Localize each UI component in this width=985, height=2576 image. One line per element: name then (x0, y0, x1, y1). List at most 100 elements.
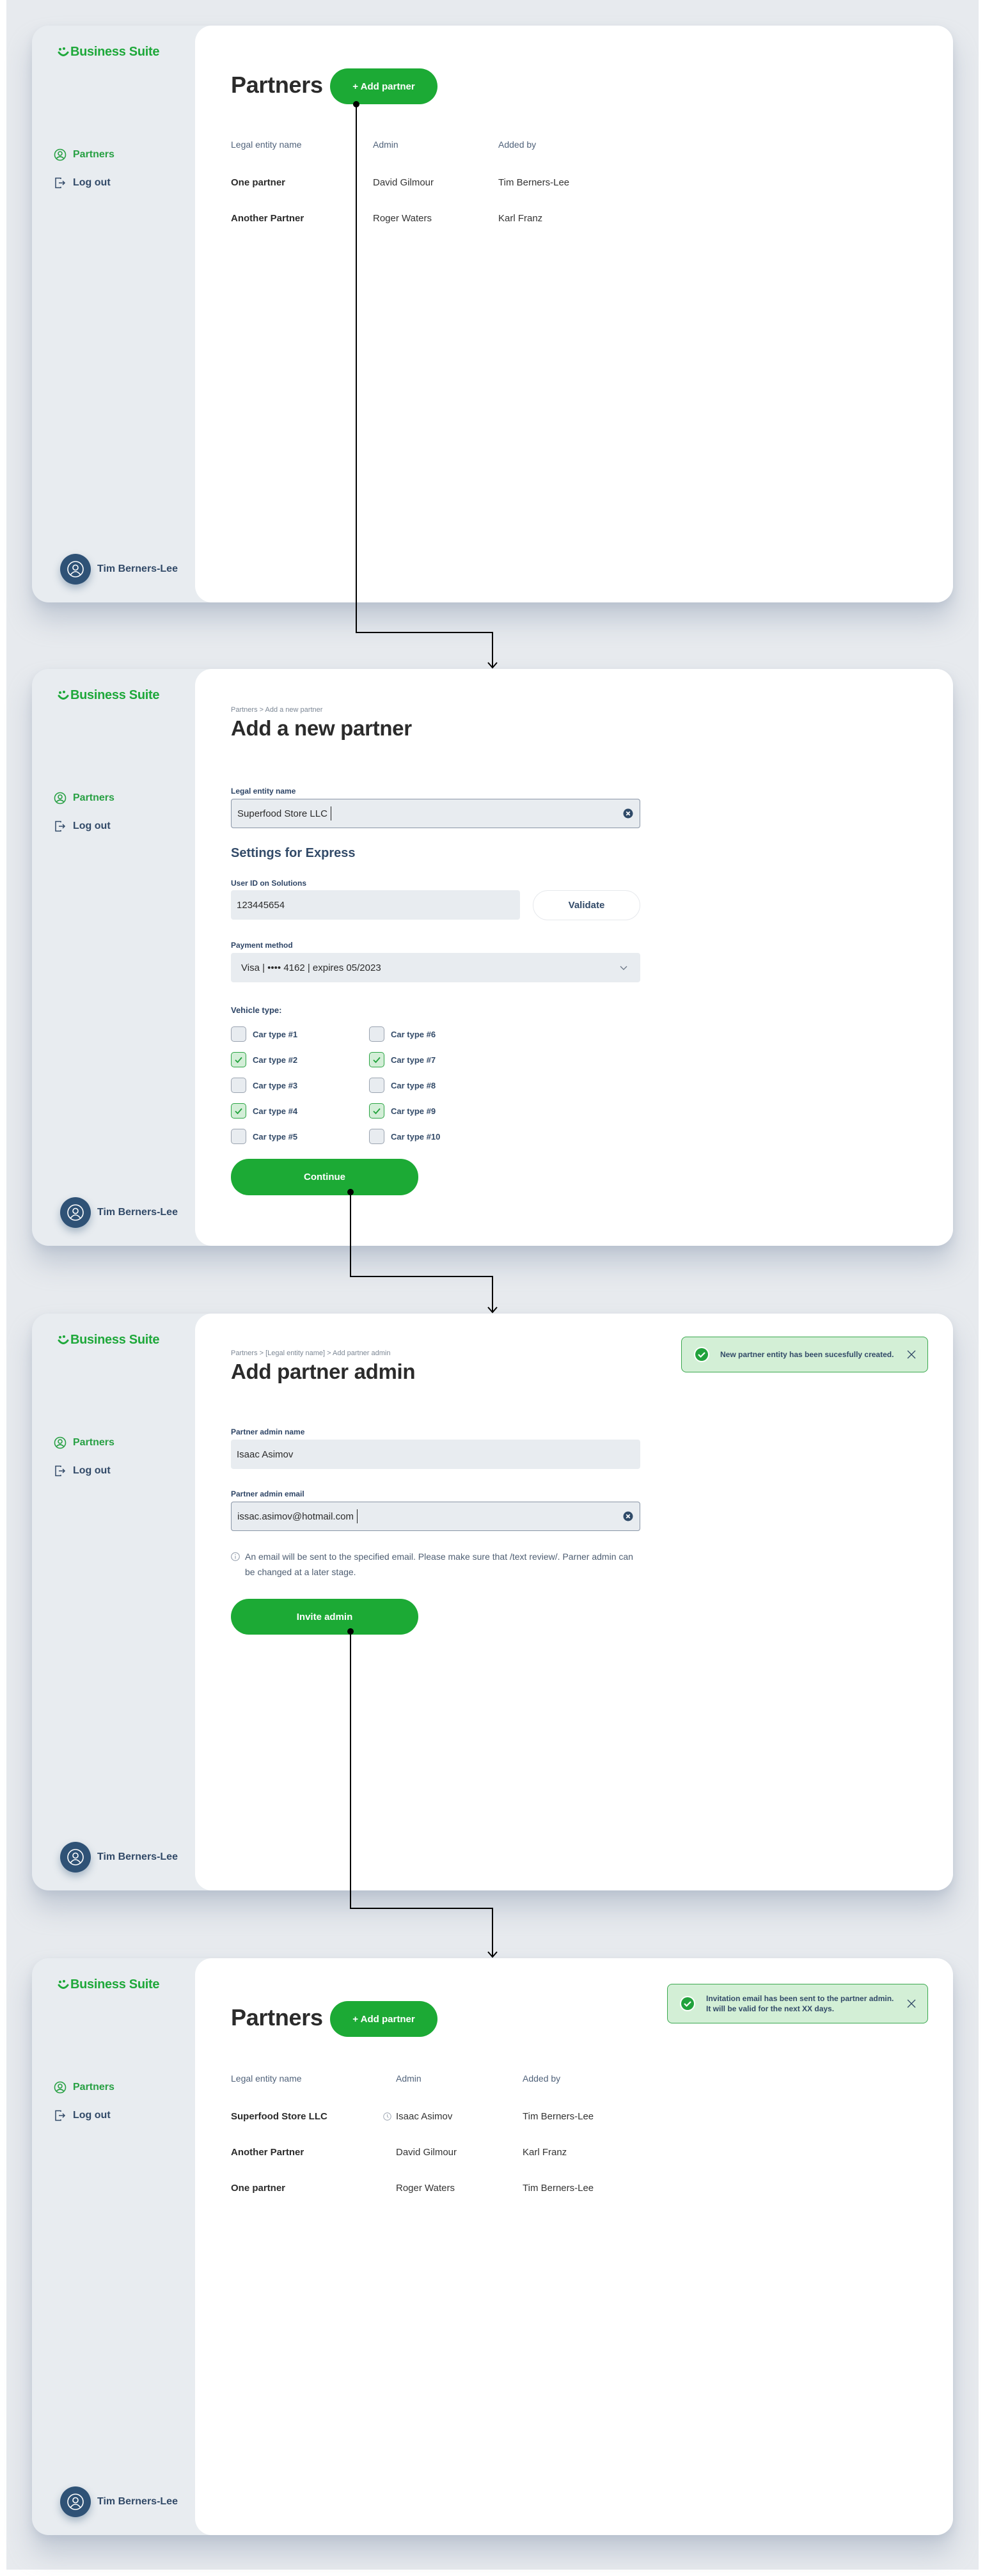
admin-name-label: Partner admin name (231, 1427, 305, 1436)
vehicle-type-checkbox[interactable]: Car type #10 (369, 1124, 507, 1149)
main-content: Partners > Add a new partner Add a new p… (195, 669, 953, 1246)
add-partner-button[interactable]: + Add partner (330, 2001, 437, 2037)
table-row[interactable]: One partner David Gilmour Tim Berners-Le… (231, 174, 626, 191)
sidebar-item-label: Log out (73, 2110, 111, 2121)
column-header-admin[interactable]: Admin (373, 139, 498, 155)
check-circle-icon (694, 1347, 709, 1362)
table-row[interactable]: Another Partner David Gilmour Karl Franz (231, 2144, 650, 2160)
checkbox-unchecked[interactable] (369, 1026, 384, 1042)
brand-logo[interactable]: Business Suite (58, 45, 159, 59)
breadcrumb[interactable]: Partners > [Legal entity name] > Add par… (231, 1349, 390, 1357)
vehicle-type-checkbox[interactable]: Car type #3 (231, 1072, 369, 1098)
table-header: Legal entity name Admin Added by (231, 2073, 650, 2089)
brand-logo[interactable]: Business Suite (58, 1977, 159, 1992)
brand-logo[interactable]: Business Suite (58, 688, 159, 703)
vehicle-type-checkbox[interactable]: Car type #8 (369, 1072, 507, 1098)
sidebar-item-logout[interactable]: Log out (54, 812, 114, 840)
vehicle-type-checkbox[interactable]: Car type #6 (369, 1021, 507, 1047)
checkbox-checked[interactable] (231, 1103, 246, 1119)
checkbox-label: Car type #2 (253, 1055, 298, 1065)
checkbox-unchecked[interactable] (231, 1026, 246, 1042)
admin-email-input[interactable]: issac.asimov@hotmail.com (231, 1502, 640, 1531)
sidebar-nav: Partners Log out (54, 784, 114, 840)
continue-button[interactable]: Continue (231, 1159, 418, 1195)
sidebar-item-logout[interactable]: Log out (54, 2101, 114, 2130)
close-icon[interactable] (907, 1999, 916, 2008)
vehicle-type-checkbox[interactable]: Car type #5 (231, 1124, 369, 1149)
cell-legal-entity[interactable]: One partner (231, 2183, 396, 2194)
page-title: Add partner admin (231, 1360, 416, 1383)
sidebar-item-partners[interactable]: Partners (54, 2073, 114, 2101)
brand-name: Business Suite (70, 1333, 160, 1347)
close-icon[interactable] (907, 1350, 916, 1359)
toast-message: New partner entity has been sucesfully c… (720, 1350, 894, 1359)
smile-logo-icon (58, 1979, 69, 1989)
vehicle-type-checkbox[interactable]: Car type #9 (369, 1098, 507, 1124)
vehicle-type-checkbox[interactable]: Car type #2 (231, 1047, 369, 1072)
success-toast: Invitation email has been sent to the pa… (667, 1984, 928, 2023)
avatar[interactable] (60, 1197, 91, 1228)
sidebar-item-partners[interactable]: Partners (54, 1429, 114, 1457)
sidebar-item-logout[interactable]: Log out (54, 1457, 114, 1485)
screen-partners-list-updated: Business Suite Partners Log out Tim Bern… (32, 1958, 953, 2535)
sidebar-item-partners[interactable]: Partners (54, 784, 114, 812)
column-header-added-by[interactable]: Added by (523, 2073, 650, 2089)
validate-button[interactable]: Validate (533, 890, 640, 920)
vehicle-type-checkbox[interactable]: Car type #4 (231, 1098, 369, 1124)
brand-name: Business Suite (70, 1977, 160, 1991)
checkbox-unchecked[interactable] (231, 1129, 246, 1144)
user-id-input[interactable]: 123445654 (231, 890, 520, 920)
checkbox-checked[interactable] (369, 1052, 384, 1067)
column-header-legal-entity[interactable]: Legal entity name (231, 2073, 396, 2089)
table-row[interactable]: One partner Roger Waters Tim Berners-Lee (231, 2179, 650, 2196)
invite-admin-button[interactable]: Invite admin (231, 1599, 418, 1635)
brand-logo[interactable]: Business Suite (58, 1333, 159, 1347)
checkbox-label: Car type #9 (391, 1106, 436, 1116)
vehicle-type-checkbox[interactable]: Car type #7 (369, 1047, 507, 1072)
avatar[interactable] (60, 1842, 91, 1873)
cell-legal-entity[interactable]: Another Partner (231, 213, 373, 224)
user-avatar-icon (67, 2494, 84, 2510)
admin-name-input[interactable]: Isaac Asimov (231, 1440, 640, 1469)
user-name: Tim Berners-Lee (97, 1207, 178, 1218)
page-title: Partners (231, 72, 323, 98)
avatar[interactable] (60, 554, 91, 585)
column-header-added-by[interactable]: Added by (498, 139, 626, 155)
table-row[interactable]: Another Partner Roger Waters Karl Franz (231, 210, 626, 226)
checkbox-unchecked[interactable] (231, 1078, 246, 1093)
sidebar-item-logout[interactable]: Log out (54, 169, 114, 197)
pending-status (383, 2112, 396, 2121)
checkbox-unchecked[interactable] (369, 1078, 384, 1093)
avatar[interactable] (60, 2486, 91, 2517)
legal-entity-input[interactable]: Superfood Store LLC (231, 799, 640, 828)
sidebar-item-label: Partners (73, 792, 114, 803)
checkmark-icon (235, 1056, 242, 1064)
logout-icon (55, 177, 66, 189)
user-profile[interactable]: Tim Berners-Lee (60, 1842, 178, 1873)
cell-legal-entity[interactable]: Another Partner (231, 2147, 396, 2158)
column-header-admin[interactable]: Admin (396, 2073, 523, 2089)
add-partner-button[interactable]: + Add partner (330, 68, 437, 104)
payment-method-select[interactable]: Visa | •••• 4162 | expires 05/2023 (231, 953, 640, 982)
checkbox-checked[interactable] (369, 1103, 384, 1119)
sidebar: Business Suite Partners Log out Tim Bern… (32, 669, 195, 1246)
user-profile[interactable]: Tim Berners-Lee (60, 554, 178, 585)
clear-input-icon[interactable] (623, 1511, 633, 1521)
breadcrumb[interactable]: Partners > Add a new partner (231, 706, 322, 714)
vehicle-type-checklist: Car type #1 Car type #2 Car type #3 Car typ… (231, 1021, 538, 1149)
user-profile[interactable]: Tim Berners-Lee (60, 2486, 178, 2517)
cell-legal-entity[interactable]: Superfood Store LLC (231, 2111, 383, 2122)
main-content: Partners + Add partner Legal entity name… (195, 26, 953, 602)
page-title: Add a new partner (231, 716, 412, 740)
cell-legal-entity[interactable]: One partner (231, 177, 373, 188)
sidebar-item-partners[interactable]: Partners (54, 141, 114, 169)
sidebar-nav: Partners Log out (54, 141, 114, 197)
vehicle-type-checkbox[interactable]: Car type #1 (231, 1021, 369, 1047)
checkbox-checked[interactable] (231, 1052, 246, 1067)
checkbox-unchecked[interactable] (369, 1129, 384, 1144)
table-row[interactable]: Superfood Store LLC Isaac Asimov Tim Ber… (231, 2108, 650, 2124)
user-id-label: User ID on Solutions (231, 879, 307, 888)
column-header-legal-entity[interactable]: Legal entity name (231, 139, 373, 155)
clear-input-icon[interactable] (623, 808, 633, 819)
user-profile[interactable]: Tim Berners-Lee (60, 1197, 178, 1228)
